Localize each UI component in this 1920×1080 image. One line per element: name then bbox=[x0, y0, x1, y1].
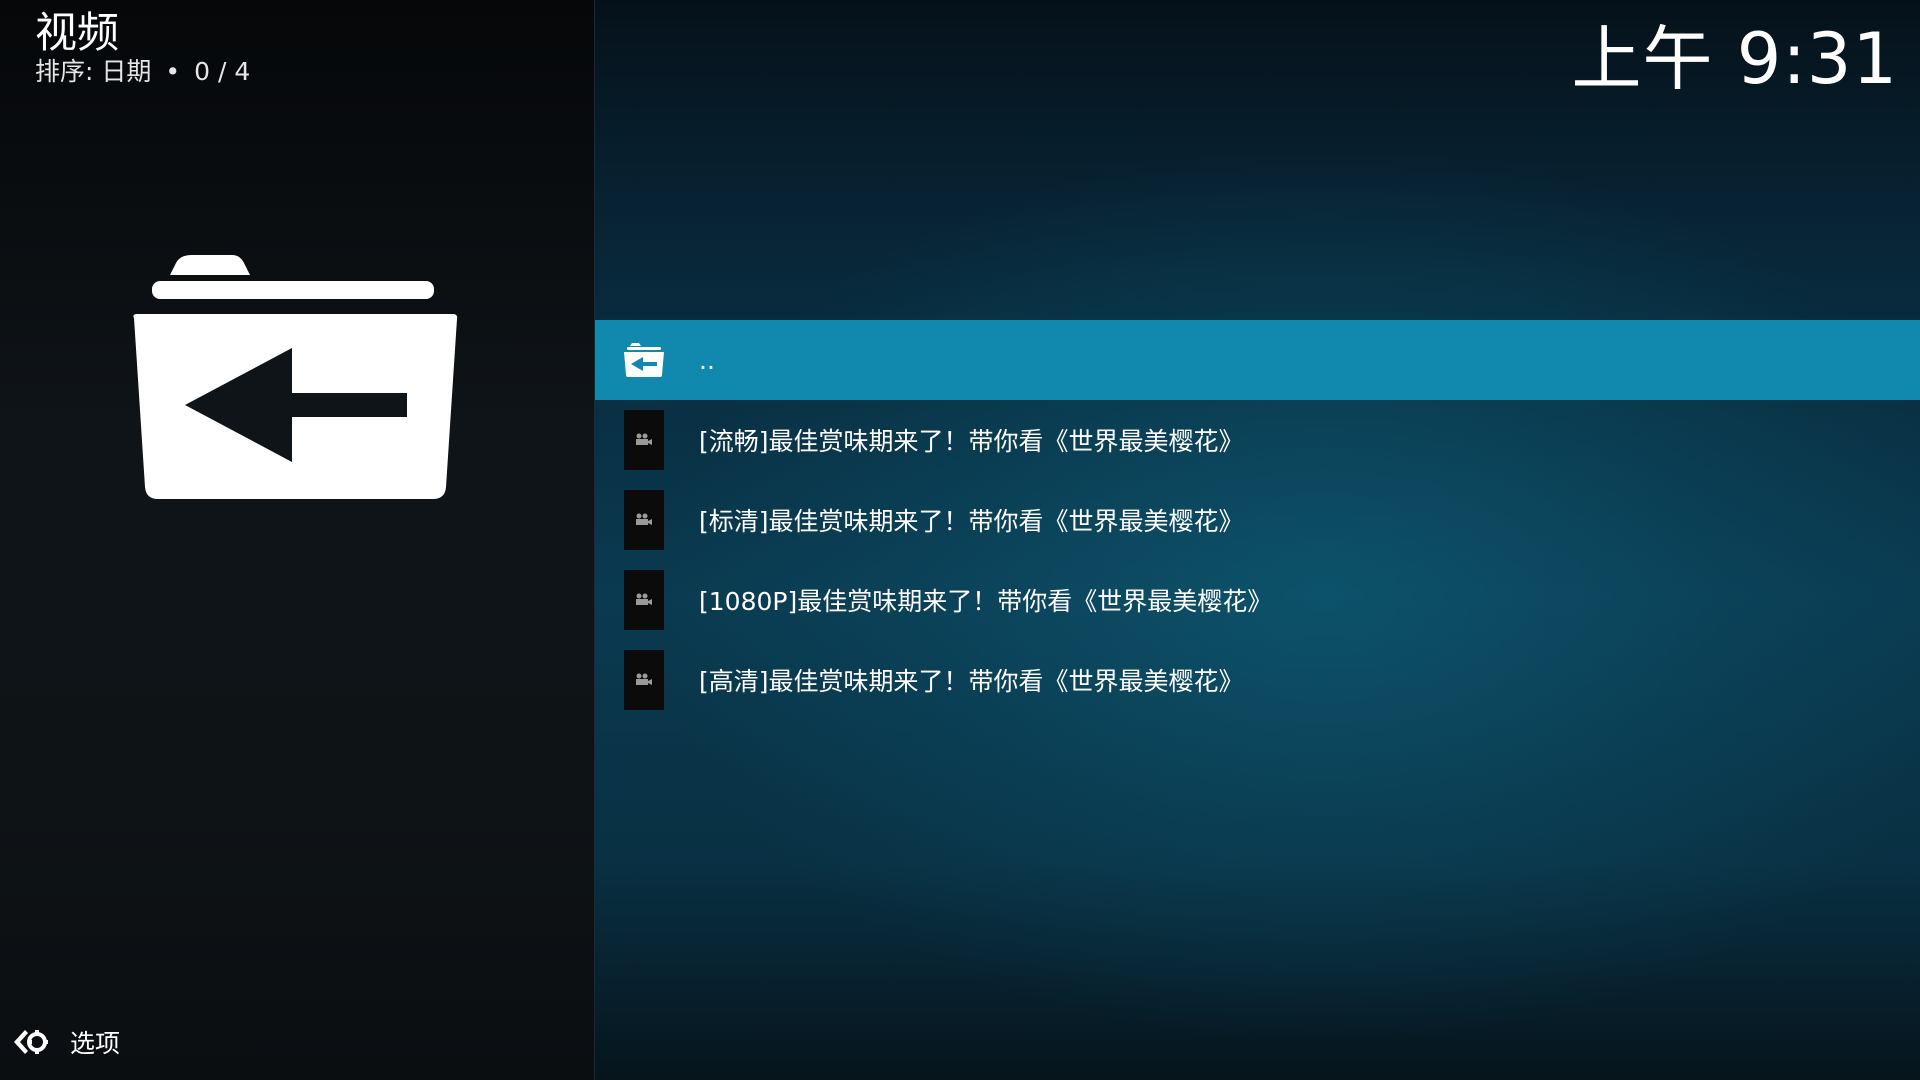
file-list: .. [流畅]最佳赏味期来了！带你看《世界最美樱花》 [标清]最佳赏味期来了！带… bbox=[595, 320, 1920, 720]
options-button[interactable]: 选项 bbox=[12, 1022, 120, 1062]
page-title: 视频 bbox=[35, 8, 120, 57]
list-item[interactable]: [1080P]最佳赏味期来了！带你看《世界最美樱花》 bbox=[595, 560, 1920, 640]
video-camera-icon bbox=[624, 570, 664, 630]
list-item-label: .. bbox=[699, 345, 715, 375]
list-item-label: [流畅]最佳赏味期来了！带你看《世界最美樱花》 bbox=[699, 427, 1244, 456]
sort-info: 排序: 日期 • 0 / 4 bbox=[35, 56, 250, 88]
list-item-parent-folder[interactable]: .. bbox=[595, 320, 1920, 400]
video-camera-icon bbox=[624, 490, 664, 550]
folder-back-icon bbox=[622, 340, 666, 380]
list-item-label: [标清]最佳赏味期来了！带你看《世界最美樱花》 bbox=[699, 507, 1244, 536]
left-panel: 视频 排序: 日期 • 0 / 4 选项 bbox=[0, 0, 595, 1080]
list-item-label: [1080P]最佳赏味期来了！带你看《世界最美樱花》 bbox=[699, 587, 1273, 616]
list-item[interactable]: [流畅]最佳赏味期来了！带你看《世界最美樱花》 bbox=[595, 400, 1920, 480]
list-item[interactable]: [标清]最佳赏味期来了！带你看《世界最美樱花》 bbox=[595, 480, 1920, 560]
right-panel: 上午 9:31 .. [流畅]最佳赏味期来了！带你看《世界最美樱花》 [标清]最… bbox=[595, 0, 1920, 1080]
clock: 上午 9:31 bbox=[1571, 18, 1898, 100]
list-item-label: [高清]最佳赏味期来了！带你看《世界最美樱花》 bbox=[699, 667, 1244, 696]
options-label: 选项 bbox=[70, 1029, 121, 1058]
video-camera-icon bbox=[624, 410, 664, 470]
list-item[interactable]: [高清]最佳赏味期来了！带你看《世界最美樱花》 bbox=[595, 640, 1920, 720]
sort-label: 排序: 日期 bbox=[35, 57, 152, 86]
options-arrows-gear-icon bbox=[14, 1030, 48, 1054]
item-count: 0 / 4 bbox=[194, 57, 251, 86]
kodi-video-browser: 视频 排序: 日期 • 0 / 4 选项 上午 9:31 .. [流畅]最佳赏味… bbox=[0, 0, 1920, 1080]
separator-dot: • bbox=[165, 57, 181, 86]
video-camera-icon bbox=[624, 650, 664, 710]
folder-back-large-icon bbox=[130, 255, 460, 500]
